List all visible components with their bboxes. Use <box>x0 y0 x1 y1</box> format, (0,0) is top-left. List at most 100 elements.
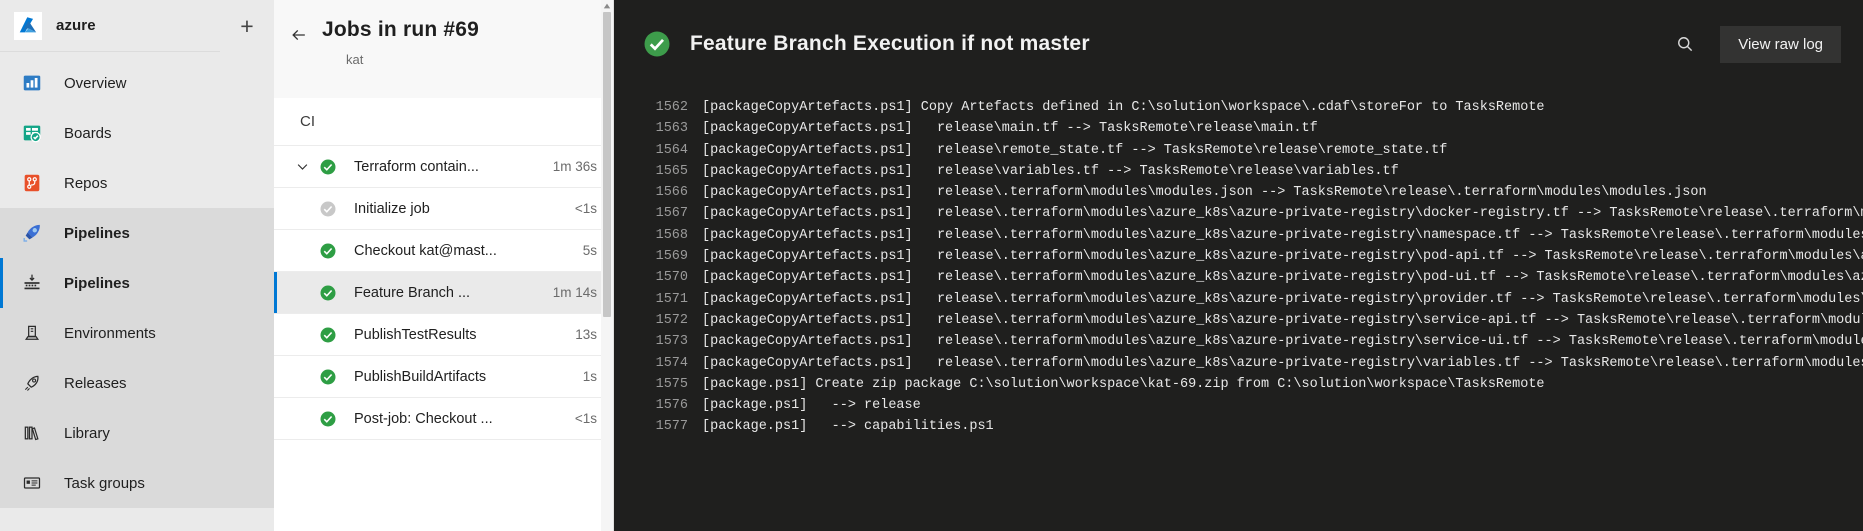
status-succeeded-icon <box>316 368 340 386</box>
log-line-text: [packageCopyArtefacts.ps1] release\remot… <box>702 142 1448 158</box>
log-line-text: [packageCopyArtefacts.ps1] release\.terr… <box>702 185 1707 201</box>
app-root: azure + Overview Boards Repos Pipelines … <box>0 0 1863 531</box>
pipelines-icon <box>18 219 46 247</box>
log-line-text: [packageCopyArtefacts.ps1] release\.terr… <box>702 227 1863 243</box>
log-line-text: [packageCopyArtefacts.ps1] release\varia… <box>702 163 1399 179</box>
table-row-selected[interactable]: Feature Branch ... 1m 14s <box>274 272 613 314</box>
log-line-text: [packageCopyArtefacts.ps1] release\.terr… <box>702 312 1863 328</box>
status-succeeded-icon <box>316 242 340 260</box>
page-title: Jobs in run #69 <box>322 18 480 41</box>
jobs-scrollbar[interactable] <box>601 0 613 531</box>
log-line-number: 1576 <box>655 398 688 414</box>
sidebar-item-label: Environments <box>64 324 156 342</box>
log-line-text: [packageCopyArtefacts.ps1] release\.terr… <box>702 249 1863 265</box>
task-groups-icon <box>18 469 46 497</box>
log-line: 1572 [packageCopyArtefacts.ps1] release\… <box>614 313 1863 334</box>
sidebar-item-overview[interactable]: Overview <box>0 58 274 108</box>
job-name: Post-job: Checkout ... <box>354 410 493 427</box>
log-title: Feature Branch Execution if not master <box>690 32 1090 55</box>
sidebar-item-label: Repos <box>64 174 108 192</box>
log-line-number: 1567 <box>655 206 688 222</box>
log-line: 1568 [packageCopyArtefacts.ps1] release\… <box>614 228 1863 249</box>
environments-icon <box>18 319 46 347</box>
table-row[interactable]: PublishTestResults 13s <box>274 314 613 356</box>
log-line-number: 1575 <box>655 376 688 392</box>
table-row[interactable]: Initialize job <1s <box>274 188 613 230</box>
view-raw-log-button[interactable]: View raw log <box>1720 25 1841 63</box>
jobs-header: Jobs in run #69 kat <box>274 0 613 98</box>
log-line: 1566 [packageCopyArtefacts.ps1] release\… <box>614 185 1863 206</box>
back-arrow-icon[interactable] <box>286 22 312 48</box>
log-line-partial <box>614 88 1863 100</box>
sidebar-item-label: Releases <box>64 374 127 392</box>
log-line: 1565 [packageCopyArtefacts.ps1] release\… <box>614 164 1863 185</box>
log-line: 1562 [packageCopyArtefacts.ps1] Copy Art… <box>614 100 1863 121</box>
job-name: Terraform contain... <box>354 158 479 175</box>
log-line-number: 1563 <box>655 121 688 137</box>
library-icon <box>18 419 46 447</box>
overview-icon <box>18 69 46 97</box>
log-line-number: 1570 <box>655 270 688 286</box>
log-line: 1567 [packageCopyArtefacts.ps1] release\… <box>614 206 1863 227</box>
jobs-panel: Jobs in run #69 kat CI Terraform contain… <box>274 0 614 531</box>
sidebar-item-boards[interactable]: Boards <box>0 108 274 158</box>
log-line: 1576 [package.ps1] --> release <box>614 398 1863 419</box>
job-name: Checkout kat@mast... <box>354 242 497 259</box>
log-line-number: 1562 <box>655 100 688 115</box>
log-line-number: 1573 <box>655 334 688 350</box>
log-line-text: [packageCopyArtefacts.ps1] release\.terr… <box>702 206 1863 222</box>
log-line-text: [package.ps1] Create zip package C:\solu… <box>702 376 1545 392</box>
boards-icon <box>18 119 46 147</box>
log-line-text: [package.ps1] --> capabilities.ps1 <box>702 419 994 435</box>
pipeline-name: kat <box>346 52 364 67</box>
log-line-text: [packageCopyArtefacts.ps1] release\.terr… <box>702 270 1863 286</box>
sidebar-item-label: Pipelines <box>64 274 130 292</box>
scroll-up-arrow-icon[interactable] <box>601 0 613 12</box>
log-body[interactable]: 1562 [packageCopyArtefacts.ps1] Copy Art… <box>614 88 1863 531</box>
status-succeeded-icon <box>642 29 672 59</box>
log-line: 1563 [packageCopyArtefacts.ps1] release\… <box>614 121 1863 142</box>
table-row[interactable]: Post-job: Checkout ... <1s <box>274 398 613 440</box>
sidebar-item-pipelines-group[interactable]: Pipelines <box>0 208 274 258</box>
sidebar-item-task-groups[interactable]: Task groups <box>0 458 274 508</box>
organization-name: azure <box>56 17 96 34</box>
sidebar-item-environments[interactable]: Environments <box>0 308 274 358</box>
log-line-number: 1571 <box>655 291 688 307</box>
status-succeeded-icon <box>316 158 340 176</box>
stage-header: CI <box>274 98 613 146</box>
table-row[interactable]: Checkout kat@mast... 5s <box>274 230 613 272</box>
table-row[interactable]: Terraform contain... 1m 36s <box>274 146 613 188</box>
status-succeeded-icon <box>316 284 340 302</box>
chevron-down-icon[interactable] <box>288 159 316 174</box>
log-line-number: 1564 <box>655 142 688 158</box>
status-succeeded-icon <box>316 410 340 428</box>
log-line-text: [packageCopyArtefacts.ps1] release\.terr… <box>702 355 1863 371</box>
nav-list: Overview Boards Repos Pipelines Pipeline… <box>0 52 274 508</box>
log-line-number: 1566 <box>655 185 688 201</box>
sidebar-item-pipelines[interactable]: Pipelines <box>0 258 274 308</box>
add-new-button[interactable]: + <box>220 0 274 52</box>
status-skipped-icon <box>316 200 340 218</box>
log-header: Feature Branch Execution if not master V… <box>614 0 1863 88</box>
log-line-number: 1565 <box>655 163 688 179</box>
table-row[interactable]: PublishBuildArtifacts 1s <box>274 356 613 398</box>
sidebar-item-library[interactable]: Library <box>0 408 274 458</box>
log-line: 1573 [packageCopyArtefacts.ps1] release\… <box>614 334 1863 355</box>
log-line-text: [packageCopyArtefacts.ps1] Copy Artefact… <box>702 100 1545 115</box>
log-line-text: [packageCopyArtefacts.ps1] release\.terr… <box>702 334 1863 350</box>
job-name: Initialize job <box>354 200 430 217</box>
log-line: 1570 [packageCopyArtefacts.ps1] release\… <box>614 270 1863 291</box>
sidebar-item-repos[interactable]: Repos <box>0 158 274 208</box>
log-line-number: 1574 <box>655 355 688 371</box>
log-line-number: 1569 <box>655 249 688 265</box>
job-name: PublishBuildArtifacts <box>354 368 487 385</box>
repos-icon <box>18 169 46 197</box>
scrollbar-thumb[interactable] <box>603 12 611 317</box>
log-line: 1571 [packageCopyArtefacts.ps1] release\… <box>614 292 1863 313</box>
search-icon[interactable] <box>1668 27 1702 61</box>
log-line: 1577 [package.ps1] --> capabilities.ps1 <box>614 419 1863 440</box>
sidebar-item-releases[interactable]: Releases <box>0 358 274 408</box>
organization-row[interactable]: azure + <box>0 0 274 52</box>
status-succeeded-icon <box>316 326 340 344</box>
log-line-text: [packageCopyArtefacts.ps1] release\main.… <box>702 121 1318 137</box>
